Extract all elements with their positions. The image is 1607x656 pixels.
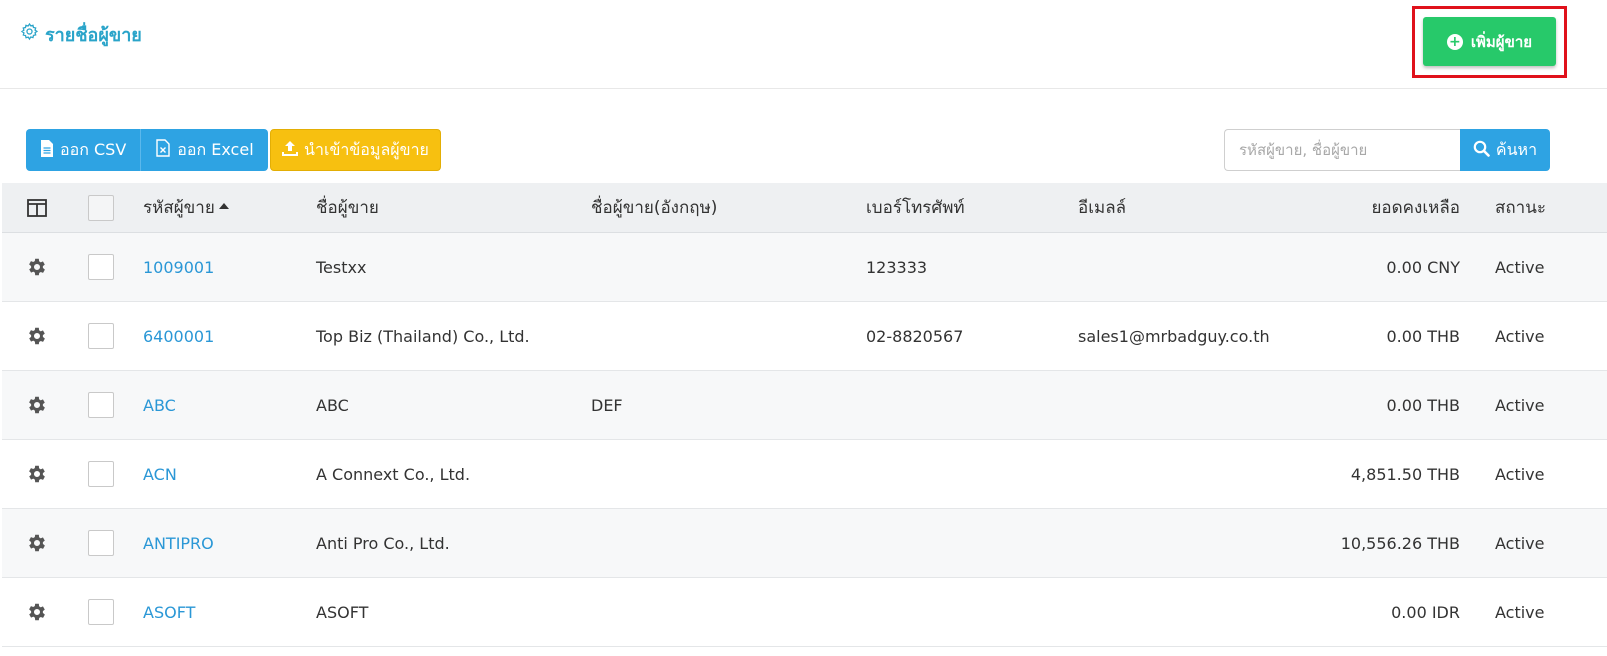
vendor-code-cell: ACN bbox=[143, 440, 177, 508]
add-vendor-label: เพิ่มผู้ขาย bbox=[1470, 32, 1533, 51]
row-checkbox[interactable] bbox=[88, 461, 114, 487]
vendor-code-cell: ABC bbox=[143, 371, 176, 439]
row-checkbox[interactable] bbox=[88, 530, 114, 556]
select-all-cell bbox=[88, 183, 114, 232]
row-checkbox-cell bbox=[88, 233, 114, 301]
document-icon bbox=[40, 139, 54, 161]
column-header-phone[interactable]: เบอร์โทรศัพท์ bbox=[866, 183, 965, 232]
column-header-name[interactable]: ชื่อผู้ขาย bbox=[316, 183, 379, 232]
gear-outline-icon bbox=[20, 22, 39, 46]
header-divider bbox=[0, 88, 1607, 89]
row-checkbox-cell bbox=[88, 302, 114, 370]
column-code-label: รหัสผู้ขาย bbox=[143, 198, 215, 218]
export-csv-label: ออก CSV bbox=[60, 139, 127, 159]
table-row: 1009001 Testxx 123333 0.00 CNY Active bbox=[2, 233, 1607, 302]
vendor-balance-cell: 0.00 THB bbox=[1386, 326, 1461, 346]
vendor-name-cell: ABC bbox=[316, 395, 349, 415]
column-header-code[interactable]: รหัสผู้ขาย bbox=[143, 183, 229, 232]
column-toggle-icon[interactable] bbox=[26, 183, 48, 232]
row-checkbox[interactable] bbox=[88, 392, 114, 418]
vendor-code-cell: 6400001 bbox=[143, 302, 214, 370]
row-settings-gear-icon[interactable] bbox=[26, 233, 48, 301]
vendor-code-link[interactable]: 1009001 bbox=[143, 258, 214, 277]
row-checkbox-cell bbox=[88, 371, 114, 439]
page-title: รายชื่อผู้ขาย bbox=[20, 22, 142, 46]
select-all-checkbox[interactable] bbox=[88, 194, 114, 221]
vendor-status-cell: Active bbox=[1495, 395, 1545, 415]
import-vendors-button[interactable]: นำเข้าข้อมูลผู้ขาย bbox=[270, 129, 441, 171]
vendor-balance-cell: 0.00 CNY bbox=[1386, 257, 1460, 277]
plus-circle-icon: + bbox=[1446, 33, 1463, 50]
row-checkbox-cell bbox=[88, 578, 114, 646]
vendor-code-cell: 1009001 bbox=[143, 233, 214, 301]
row-checkbox-cell bbox=[88, 440, 114, 508]
vendor-balance-cell: 0.00 THB bbox=[1386, 395, 1461, 415]
row-settings-gear-icon[interactable] bbox=[26, 440, 48, 508]
vendor-table: รหัสผู้ขาย ชื่อผู้ขาย ชื่อผู้ขาย(อังกฤษ)… bbox=[2, 183, 1607, 647]
vendor-code-link[interactable]: ASOFT bbox=[143, 603, 195, 622]
row-checkbox[interactable] bbox=[88, 254, 114, 280]
add-vendor-highlight: + เพิ่มผู้ขาย bbox=[1412, 6, 1567, 78]
table-row: ASOFT ASOFT 0.00 IDR Active bbox=[2, 578, 1607, 647]
export-excel-button[interactable]: ออก Excel bbox=[141, 129, 268, 171]
vendor-code-link[interactable]: 6400001 bbox=[143, 327, 214, 346]
vendor-status-cell: Active bbox=[1495, 257, 1545, 277]
vendor-name-en-cell: DEF bbox=[591, 395, 623, 415]
excel-file-icon bbox=[155, 139, 171, 161]
vendor-status-cell: Active bbox=[1495, 602, 1545, 622]
row-settings-gear-icon[interactable] bbox=[26, 302, 48, 370]
column-header-status[interactable]: สถานะ bbox=[1495, 183, 1546, 232]
vendor-status-cell: Active bbox=[1495, 326, 1545, 346]
vendor-status-cell: Active bbox=[1495, 533, 1545, 553]
vendor-email-cell: sales1@mrbadguy.co.th bbox=[1078, 326, 1270, 346]
vendor-code-cell: ASOFT bbox=[143, 578, 195, 646]
vendor-name-cell: Top Biz (Thailand) Co., Ltd. bbox=[316, 326, 530, 346]
vendor-code-cell: ANTIPRO bbox=[143, 509, 214, 577]
vendor-name-cell: Testxx bbox=[316, 257, 367, 277]
column-header-name-en[interactable]: ชื่อผู้ขาย(อังกฤษ) bbox=[591, 183, 717, 232]
vendor-name-cell: Anti Pro Co., Ltd. bbox=[316, 533, 450, 553]
vendor-balance-cell: 10,556.26 THB bbox=[1340, 533, 1460, 553]
page-title-text: รายชื่อผู้ขาย bbox=[45, 24, 142, 46]
import-vendors-label: นำเข้าข้อมูลผู้ขาย bbox=[304, 139, 429, 159]
vendor-phone-cell: 123333 bbox=[866, 257, 928, 277]
table-row: ABC ABC DEF 0.00 THB Active bbox=[2, 371, 1607, 440]
vendor-code-link[interactable]: ANTIPRO bbox=[143, 534, 214, 553]
search-input[interactable] bbox=[1224, 129, 1461, 171]
vendor-status-cell: Active bbox=[1495, 464, 1545, 484]
export-excel-label: ออก Excel bbox=[177, 139, 254, 159]
table-row: ANTIPRO Anti Pro Co., Ltd. 10,556.26 THB… bbox=[2, 509, 1607, 578]
search-button-label: ค้นหา bbox=[1495, 139, 1538, 159]
vendor-name-cell: ASOFT bbox=[316, 602, 369, 622]
vendor-code-link[interactable]: ABC bbox=[143, 396, 176, 415]
row-checkbox[interactable] bbox=[88, 323, 114, 349]
search-button[interactable]: ค้นหา bbox=[1460, 129, 1550, 171]
row-checkbox[interactable] bbox=[88, 599, 114, 625]
vendor-phone-cell: 02-8820567 bbox=[866, 326, 964, 346]
row-checkbox-cell bbox=[88, 509, 114, 577]
vendor-code-link[interactable]: ACN bbox=[143, 465, 177, 484]
row-settings-gear-icon[interactable] bbox=[26, 578, 48, 646]
row-settings-gear-icon[interactable] bbox=[26, 509, 48, 577]
vendor-name-cell: A Connext Co., Ltd. bbox=[316, 464, 471, 484]
table-row: ACN A Connext Co., Ltd. 4,851.50 THB Act… bbox=[2, 440, 1607, 509]
column-header-email[interactable]: อีเมลล์ bbox=[1078, 183, 1126, 232]
table-header-row: รหัสผู้ขาย ชื่อผู้ขาย ชื่อผู้ขาย(อังกฤษ)… bbox=[2, 183, 1607, 233]
upload-icon bbox=[282, 140, 299, 160]
table-row: 6400001 Top Biz (Thailand) Co., Ltd. 02-… bbox=[2, 302, 1607, 371]
vendor-balance-cell: 4,851.50 THB bbox=[1350, 464, 1460, 484]
row-settings-gear-icon[interactable] bbox=[26, 371, 48, 439]
export-button-group: ออก CSV ออก Excel bbox=[26, 129, 268, 171]
sort-ascending-icon bbox=[218, 202, 229, 209]
search-icon bbox=[1473, 140, 1490, 161]
export-csv-button[interactable]: ออก CSV bbox=[26, 129, 142, 171]
vendor-balance-cell: 0.00 IDR bbox=[1391, 602, 1460, 622]
column-header-balance[interactable]: ยอดคงเหลือ bbox=[1371, 183, 1460, 232]
add-vendor-button[interactable]: + เพิ่มผู้ขาย bbox=[1423, 17, 1556, 66]
